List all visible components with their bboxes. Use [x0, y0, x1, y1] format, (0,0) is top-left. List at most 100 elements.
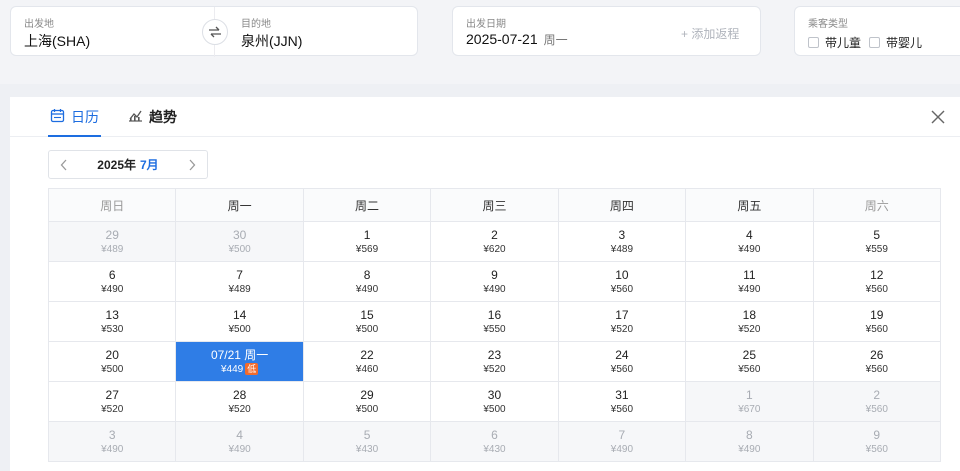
day-cell[interactable]: 20 ¥500: [47, 341, 177, 382]
day-cell[interactable]: 22 ¥460: [302, 341, 432, 382]
day-cell[interactable]: 18 ¥520: [685, 301, 814, 342]
price-value: ¥560: [865, 443, 888, 455]
day-cell[interactable]: 11 ¥490: [685, 261, 814, 302]
day-cell[interactable]: 25 ¥560: [685, 341, 814, 382]
selected-day-cell[interactable]: 07/21 周一 ¥449 低: [175, 341, 304, 382]
day-cell[interactable]: 27 ¥520: [47, 381, 177, 422]
day-price: ¥560: [559, 403, 685, 416]
day-cell[interactable]: 5 ¥430: [302, 421, 432, 462]
day-cell[interactable]: 8 ¥490: [302, 261, 432, 302]
day-cell[interactable]: 6 ¥490: [47, 261, 177, 302]
day-cell[interactable]: 7 ¥490: [557, 421, 687, 462]
day-cell[interactable]: 8 ¥490: [685, 421, 814, 462]
day-number: 24: [615, 347, 629, 362]
day-cell[interactable]: 1 ¥670: [685, 381, 814, 422]
day-number: 1: [745, 387, 753, 402]
day-cell[interactable]: 30 ¥500: [430, 381, 559, 422]
infant-option[interactable]: 带婴儿: [869, 34, 922, 51]
day-price: ¥430: [304, 443, 430, 456]
day-cell[interactable]: 2 ¥560: [812, 381, 942, 422]
price-value: ¥560: [865, 283, 888, 295]
prev-month-button[interactable]: [49, 151, 79, 178]
day-price: ¥500: [304, 323, 430, 336]
close-icon[interactable]: [929, 108, 947, 126]
weekday-label: 周六: [812, 188, 942, 222]
day-cell[interactable]: 17 ¥520: [557, 301, 687, 342]
infant-option-label: 带婴儿: [886, 36, 923, 50]
day-cell[interactable]: 9 ¥490: [430, 261, 559, 302]
search-bar: 出发地 上海(SHA) 目的地 泉州(JJN) 出发日期 2025-07-21 …: [0, 0, 960, 84]
departure-date-field[interactable]: 出发日期 2025-07-21 周一 + 添加返程: [452, 6, 761, 56]
price-value: ¥490: [738, 443, 761, 455]
price-value: ¥560: [865, 403, 888, 415]
day-number: 20: [105, 347, 119, 362]
day-number: 07/21 周一: [210, 347, 269, 362]
calendar-week-row: 27 ¥520 28 ¥520 29 ¥500 30 ¥500 31 ¥560 1 ¥670 2 ¥560: [47, 381, 942, 422]
day-price: ¥560: [814, 403, 940, 416]
day-cell[interactable]: 2 ¥620: [430, 221, 559, 262]
price-value: ¥500: [355, 403, 379, 415]
day-cell[interactable]: 31 ¥560: [557, 381, 687, 422]
price-value: ¥490: [738, 243, 761, 255]
day-cell[interactable]: 29 ¥489: [47, 221, 177, 262]
day-number: 27: [105, 387, 119, 402]
day-cell[interactable]: 23 ¥520: [430, 341, 559, 382]
weekday-label: 周日: [47, 188, 177, 222]
day-cell[interactable]: 3 ¥489: [557, 221, 687, 262]
infant-checkbox[interactable]: [869, 37, 880, 48]
day-cell[interactable]: 30 ¥500: [175, 221, 304, 262]
day-cell[interactable]: 15 ¥500: [302, 301, 432, 342]
price-value: ¥550: [483, 323, 506, 335]
day-cell[interactable]: 1 ¥569: [302, 221, 432, 262]
swap-arrows-icon: [209, 26, 221, 38]
destination-field[interactable]: 目的地 泉州(JJN): [229, 7, 417, 57]
day-number: 4: [236, 427, 243, 442]
next-month-button[interactable]: [177, 151, 207, 178]
price-value: ¥490: [738, 283, 761, 295]
child-checkbox[interactable]: [808, 37, 819, 48]
day-cell[interactable]: 6 ¥430: [430, 421, 559, 462]
day-price: ¥460: [304, 363, 430, 376]
day-number: 4: [745, 227, 753, 242]
calendar-week-row: 6 ¥490 7 ¥489 8 ¥490 9 ¥490 10 ¥560 11 ¥490 12 ¥560: [47, 261, 942, 302]
day-number: 6: [108, 267, 116, 282]
day-cell[interactable]: 29 ¥500: [302, 381, 432, 422]
add-return-button[interactable]: + 添加返程: [681, 25, 739, 42]
day-cell[interactable]: 4 ¥490: [175, 421, 304, 462]
child-option[interactable]: 带儿童: [808, 34, 861, 51]
current-month: 2025年 7月: [79, 156, 177, 173]
day-price: ¥560: [686, 363, 812, 376]
day-cell[interactable]: 19 ¥560: [812, 301, 942, 342]
chevron-right-icon: [189, 159, 196, 170]
day-cell[interactable]: 9 ¥560: [812, 421, 942, 462]
swap-button[interactable]: [202, 19, 228, 45]
day-price: ¥500: [176, 243, 302, 256]
origin-field[interactable]: 出发地 上海(SHA): [11, 7, 201, 57]
day-number: 13: [105, 307, 119, 322]
day-cell[interactable]: 14 ¥500: [175, 301, 304, 342]
month-month: 7月: [140, 158, 159, 172]
price-value: ¥560: [865, 363, 888, 375]
day-number: 1: [363, 227, 371, 242]
day-price: ¥489: [49, 243, 175, 256]
day-price: ¥520: [49, 403, 175, 416]
day-cell[interactable]: 5 ¥559: [812, 221, 942, 262]
day-cell[interactable]: 26 ¥560: [812, 341, 942, 382]
day-cell[interactable]: 24 ¥560: [557, 341, 687, 382]
day-cell[interactable]: 13 ¥530: [47, 301, 177, 342]
price-value: ¥620: [483, 243, 506, 255]
tab-trend[interactable]: 趋势: [128, 107, 177, 137]
day-cell[interactable]: 16 ¥550: [430, 301, 559, 342]
price-value: ¥489: [228, 283, 251, 295]
tab-calendar-label: 日历: [71, 109, 99, 125]
day-cell[interactable]: 3 ¥490: [47, 421, 177, 462]
price-value: ¥430: [355, 443, 379, 455]
day-cell[interactable]: 7 ¥489: [175, 261, 304, 302]
day-cell[interactable]: 10 ¥560: [557, 261, 687, 302]
day-cell[interactable]: 4 ¥490: [685, 221, 814, 262]
tab-calendar[interactable]: 日历: [48, 107, 101, 137]
day-price: ¥520: [559, 323, 685, 336]
origin-label: 出发地: [24, 19, 54, 30]
day-cell[interactable]: 28 ¥520: [175, 381, 304, 422]
day-cell[interactable]: 12 ¥560: [812, 261, 942, 302]
